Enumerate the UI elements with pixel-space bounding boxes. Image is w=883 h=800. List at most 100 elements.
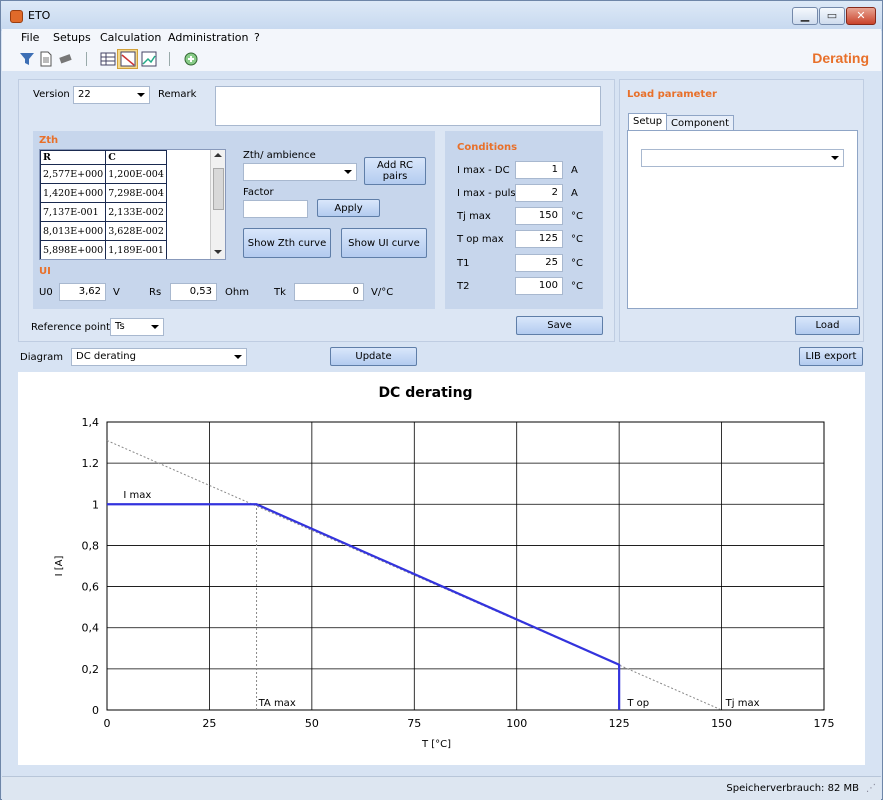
top-max-unit: °C <box>571 234 583 245</box>
setup-tab-content <box>627 130 858 309</box>
resize-grip-icon[interactable]: ⋰ <box>866 783 876 794</box>
chart-icon[interactable] <box>141 51 157 67</box>
table-cell[interactable]: 5,898E+000 <box>40 240 107 259</box>
tk-input[interactable]: 0 <box>294 283 364 301</box>
show-zth-curve-button[interactable]: Show Zth curve <box>243 228 331 258</box>
update-button[interactable]: Update <box>330 347 417 366</box>
reference-point-label: Reference point <box>31 322 111 333</box>
x-tick-label: 50 <box>305 717 319 730</box>
menu-setups[interactable]: Setups <box>53 31 91 44</box>
u0-label: U0 <box>39 287 53 298</box>
reference-point-select[interactable]: Ts <box>110 318 164 336</box>
diagram-value: DC derating <box>76 351 136 362</box>
table-cell[interactable]: 1,420E+000 <box>40 183 107 203</box>
zth-table-container: R C 2,577E+000 1,200E-004 1,420E+000 7,298… <box>39 149 226 260</box>
factor-input[interactable] <box>243 200 308 218</box>
table-icon[interactable] <box>100 51 116 67</box>
tj-max-input[interactable]: 150 <box>515 207 563 225</box>
table-cell[interactable]: 7,137E-001 <box>40 202 107 222</box>
top-max-label: T op max <box>457 234 504 245</box>
imax-pulse-label: I max - pulse <box>457 188 522 199</box>
maximize-button[interactable]: ▭ <box>819 7 845 25</box>
save-button[interactable]: Save <box>516 316 603 335</box>
close-button[interactable]: ✕ <box>846 7 876 25</box>
t1-input[interactable]: 25 <box>515 254 563 272</box>
tj-max-unit: °C <box>571 211 583 222</box>
scroll-down-icon[interactable] <box>214 250 222 254</box>
y-axis-label: I [A] <box>54 556 65 577</box>
chevron-down-icon <box>137 93 145 97</box>
table-cell[interactable]: 2,577E+000 <box>40 164 107 184</box>
document-icon[interactable] <box>38 51 54 67</box>
menu-file[interactable]: File <box>21 31 39 44</box>
tab-setup[interactable]: Setup <box>628 113 668 130</box>
app-window: ETO ▁ ▭ ✕ File Setups Calculation Admini… <box>0 0 883 800</box>
y-tick-label: 1 <box>92 498 99 511</box>
table-cell[interactable]: 2,133E-002 <box>105 202 167 222</box>
menu-help[interactable]: ? <box>254 31 260 44</box>
refresh-icon[interactable] <box>183 51 199 67</box>
add-rc-pairs-button[interactable]: Add RC pairs <box>364 157 426 185</box>
menu-administration[interactable]: Administration <box>168 31 249 44</box>
reference-point-value: Ts <box>115 321 125 332</box>
chip-icon[interactable] <box>57 51 73 67</box>
filter-icon[interactable] <box>19 51 35 67</box>
table-cell[interactable]: 3,628E-002 <box>105 221 167 241</box>
toolbar-separator <box>86 52 87 66</box>
imax-pulse-input[interactable]: 2 <box>515 184 563 202</box>
menu-calculation[interactable]: Calculation <box>100 31 161 44</box>
chart-annotation: TA max <box>258 698 296 709</box>
zth-ambience-select[interactable] <box>243 163 357 181</box>
top-max-input[interactable]: 125 <box>515 230 563 248</box>
u0-input[interactable]: 3,62 <box>59 283 106 301</box>
version-select[interactable]: 22 <box>73 86 150 104</box>
t2-input[interactable]: 100 <box>515 277 563 295</box>
zth-table: R C 2,577E+000 1,200E-004 1,420E+000 7,298… <box>40 150 167 259</box>
window-title: ETO <box>28 9 51 22</box>
tab-component[interactable]: Component <box>666 115 735 131</box>
apply-button[interactable]: Apply <box>317 199 380 217</box>
zth-scrollbar[interactable] <box>210 150 225 259</box>
remark-input[interactable] <box>215 86 601 126</box>
zth-ambience-label: Zth/ ambience <box>243 150 316 161</box>
load-button[interactable]: Load <box>795 316 860 335</box>
load-parameter-panel: Load parameter Setup Component Load <box>619 79 864 342</box>
diagram-select[interactable]: DC derating <box>71 348 247 366</box>
table-cell[interactable]: 1,200E-004 <box>105 164 167 184</box>
x-tick-label: 0 <box>104 717 111 730</box>
table-row[interactable]: 7,137E-001 2,133E-002 <box>40 202 167 222</box>
app-icon <box>10 10 23 23</box>
imax-pulse-unit: A <box>571 188 578 199</box>
scroll-up-icon[interactable] <box>214 153 222 157</box>
chevron-down-icon <box>831 156 839 160</box>
status-bar: Speicherverbrauch: 82 MB ⋰ <box>2 776 881 800</box>
x-tick-label: 150 <box>711 717 732 730</box>
table-row[interactable]: 5,898E+000 1,189E-001 <box>40 240 167 259</box>
tj-max-label: Tj max <box>457 211 491 222</box>
table-row[interactable]: 8,013E+000 3,628E-002 <box>40 221 167 241</box>
table-cell[interactable]: 7,298E-004 <box>105 183 167 203</box>
table-row[interactable]: 1,420E+000 7,298E-004 <box>40 183 167 203</box>
diagram-label: Diagram <box>20 352 63 363</box>
t1-label: T1 <box>457 258 470 269</box>
imax-dc-input[interactable]: 1 <box>515 161 563 179</box>
imax-dc-unit: A <box>571 165 578 176</box>
column-header-c: C <box>105 150 167 165</box>
chart-annotation: T op <box>626 698 649 709</box>
minimize-button[interactable]: ▁ <box>792 7 818 25</box>
conditions-panel: Conditions I max - DC 1 A I max - pulse … <box>445 131 603 309</box>
scroll-thumb[interactable] <box>213 168 224 210</box>
table-cell[interactable]: 8,013E+000 <box>40 221 107 241</box>
chart-selected-button[interactable] <box>117 49 138 69</box>
tk-label: Tk <box>274 287 286 298</box>
conditions-title: Conditions <box>457 142 518 153</box>
show-ui-curve-button[interactable]: Show UI curve <box>341 228 427 258</box>
setup-select[interactable] <box>641 149 844 167</box>
lib-export-button[interactable]: LIB export <box>799 347 863 366</box>
chart-selected-icon <box>120 51 136 67</box>
table-cell[interactable]: 1,189E-001 <box>105 240 167 259</box>
chart-area: DC derating 0 25 50 75 100 125 150 175 0 0,2 0,4 0,6… <box>18 372 865 765</box>
rs-input[interactable]: 0,53 <box>170 283 217 301</box>
tk-unit: V/°C <box>371 287 394 298</box>
table-row[interactable]: 2,577E+000 1,200E-004 <box>40 164 167 184</box>
